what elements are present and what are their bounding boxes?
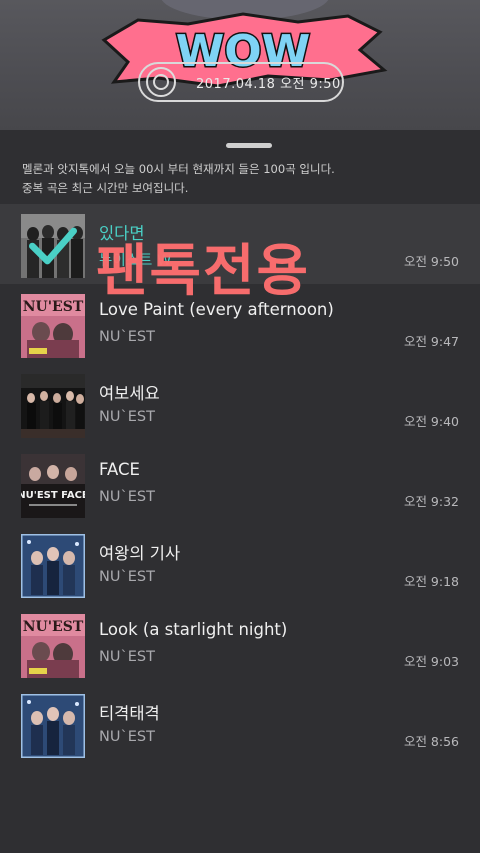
notice-line-2: 중복 곡은 최근 시간만 보여집니다.: [22, 181, 189, 195]
timestamp-pill: 2017.04.18 오전 9:50: [138, 62, 344, 102]
play-time: 오전 9:40: [403, 414, 459, 429]
album-cover: [21, 374, 85, 438]
album-cover: [21, 534, 85, 598]
play-time: 오전 8:56: [403, 734, 459, 749]
record-icon: [144, 65, 178, 99]
album-cover: [21, 214, 85, 278]
play-time: 오전 9:32: [403, 494, 459, 509]
notice-text: 멜론과 앗지톡에서 오늘 00시 부터 현재까지 들은 100곡 입니다. 중복…: [22, 160, 462, 198]
svg-text:NU'EST: NU'EST: [23, 619, 84, 635]
song-row[interactable]: 티격태격 NU`EST 오전 8:56: [0, 684, 480, 764]
album-cover: NU'EST FACE: [21, 454, 85, 518]
song-artist: NU`EST: [99, 489, 155, 505]
play-time: 오전 9:18: [403, 574, 459, 589]
timestamp-text: 2017.04.18 오전 9:50: [196, 76, 341, 92]
check-icon: [21, 214, 85, 278]
sheet-drag-handle[interactable]: [226, 143, 272, 148]
watermark-text: 팬톡전용: [96, 239, 311, 304]
album-cover: NU'EST: [21, 614, 85, 678]
play-time: 오전 9:50: [403, 254, 459, 269]
song-title: FACE: [99, 460, 140, 479]
song-title: 여왕의 기사: [99, 544, 181, 563]
play-time: 오전 9:47: [403, 334, 459, 349]
svg-text:NU'EST FACE: NU'EST FACE: [21, 490, 85, 501]
svg-text:NU'EST: NU'EST: [23, 299, 84, 315]
song-artist: NU`EST: [99, 329, 155, 345]
album-cover: NU'EST: [21, 294, 85, 358]
notice-line-1: 멜론과 앗지톡에서 오늘 00시 부터 현재까지 들은 100곡 입니다.: [22, 162, 335, 176]
song-title: 티격태격: [99, 704, 160, 723]
play-time: 오전 9:03: [403, 654, 459, 669]
song-artist: NU`EST: [99, 409, 155, 425]
song-artist: NU`EST: [99, 649, 155, 665]
song-row[interactable]: NU'EST FACE FACE NU`EST 오전 9:32: [0, 444, 480, 524]
song-row[interactable]: NU'EST Look (a starlight night) NU`EST 오…: [0, 604, 480, 684]
song-artist: NU`EST: [99, 569, 155, 585]
header-area: WOW 2017.04.18 오전 9:50: [0, 0, 480, 130]
song-title: Look (a starlight night): [99, 620, 288, 639]
song-title: 여보세요: [99, 384, 160, 403]
song-artist: NU`EST: [99, 729, 155, 745]
album-cover: [21, 694, 85, 758]
song-row[interactable]: 여왕의 기사 NU`EST 오전 9:18: [0, 524, 480, 604]
song-row[interactable]: 여보세요 NU`EST 오전 9:40: [0, 364, 480, 444]
